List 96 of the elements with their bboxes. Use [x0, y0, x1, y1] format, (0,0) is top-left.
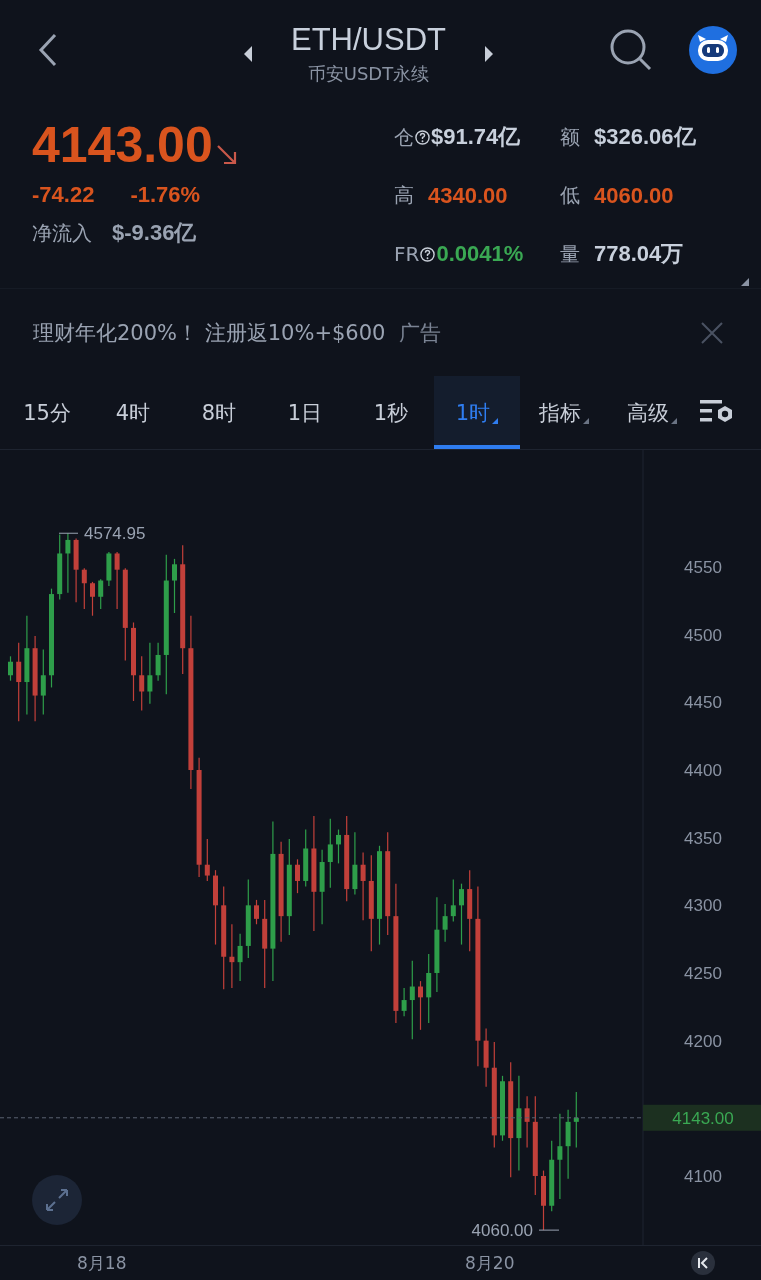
caret-icon	[671, 417, 677, 424]
candle	[459, 883, 464, 946]
candle	[500, 1075, 505, 1142]
back-icon[interactable]	[38, 33, 58, 67]
jump-to-start-icon[interactable]	[691, 1251, 715, 1275]
candle	[450, 879, 456, 923]
stat-label: 仓	[394, 123, 414, 151]
stat-label: 低	[560, 182, 580, 209]
help-icon[interactable]	[415, 129, 430, 145]
candle	[229, 923, 235, 989]
candle	[57, 533, 63, 601]
price-axis-label: 4350	[684, 828, 722, 848]
candle	[442, 903, 448, 943]
net-inflow-value: $-9.36亿	[112, 219, 197, 247]
caret-icon	[492, 417, 499, 424]
price-axis-label: 4450	[684, 693, 722, 713]
high-leader-line	[58, 532, 79, 534]
candle	[352, 831, 358, 896]
price-axis-label: 4400	[684, 761, 722, 780]
candle	[295, 858, 300, 894]
timeframe-tab[interactable]: 1秒	[348, 376, 434, 449]
price-axis-label: 4200	[684, 1031, 722, 1051]
candle	[73, 538, 79, 603]
candle	[90, 581, 95, 617]
candle	[81, 567, 87, 610]
down-arrow-icon	[215, 144, 238, 166]
timeframe-tab[interactable]: 1日	[262, 376, 348, 449]
timeframe-tab[interactable]: 4时	[90, 376, 176, 449]
candle	[98, 578, 104, 610]
candle	[172, 558, 177, 614]
candle	[303, 828, 309, 887]
price-axis-label: 4550	[684, 558, 722, 577]
candle	[147, 642, 153, 705]
price-axis-label: 4500	[684, 625, 722, 645]
caret-icon	[583, 417, 589, 424]
candle	[40, 648, 46, 716]
timeframe-tab[interactable]: 指标	[520, 376, 608, 449]
candle	[65, 532, 71, 594]
candle	[204, 838, 210, 882]
timeframe-tab[interactable]: 15分	[4, 376, 90, 449]
stat-value: 0.0041%	[436, 241, 524, 267]
stat-value: 778.04万	[594, 240, 684, 268]
candle	[573, 1091, 579, 1149]
candle	[114, 551, 120, 610]
price-axis-label: 4250	[684, 964, 722, 983]
candle	[549, 1140, 555, 1212]
candle	[327, 818, 333, 889]
ad-tag: 广告	[399, 318, 442, 347]
date-axis-label: 8月18	[77, 1252, 127, 1275]
robot-avatar-icon[interactable]	[689, 26, 737, 74]
candle	[418, 980, 423, 1031]
search-icon[interactable]	[609, 28, 653, 72]
candle	[426, 953, 432, 1024]
candle	[237, 933, 243, 982]
ad-text[interactable]: 理财年化200%！ 注册返10%+$600	[33, 318, 386, 347]
candle	[139, 655, 145, 712]
stat-value: 4060.00	[594, 182, 674, 209]
market-subtitle: 币安USDT永续	[307, 62, 430, 86]
candle	[483, 1027, 489, 1088]
candle	[106, 551, 112, 587]
stat-value: 4340.00	[428, 182, 508, 209]
high-price-label: 4574.95	[84, 524, 146, 544]
candle	[524, 1095, 530, 1149]
price-axis-label: 4100	[684, 1167, 722, 1186]
corner-triangle-icon[interactable]	[741, 278, 749, 286]
candle	[8, 655, 13, 682]
stat-value: $326.06亿	[594, 123, 696, 151]
next-pair-icon[interactable]	[484, 46, 494, 62]
expand-button[interactable]	[32, 1175, 82, 1225]
price-axis-label: 4300	[684, 896, 722, 916]
net-inflow-label: 净流入	[32, 220, 92, 247]
date-axis-label: 8月20	[465, 1252, 515, 1275]
timeframe-tab[interactable]: 8时	[176, 376, 262, 449]
stat-value: $91.74亿	[431, 123, 521, 151]
stat-label: FR	[394, 242, 420, 266]
help-icon[interactable]	[420, 246, 436, 262]
candle	[541, 1169, 546, 1231]
candle	[401, 987, 407, 1017]
previous-pair-icon[interactable]	[243, 46, 253, 62]
last-price: 4143.00	[32, 116, 213, 174]
candle	[254, 899, 259, 925]
low-price-label: 4060.00	[471, 1221, 533, 1241]
current-price-tag: 4143.00	[643, 1104, 761, 1131]
stat-label: 额	[560, 123, 580, 151]
price-change: -74.22	[32, 182, 95, 208]
low-leader-line	[538, 1229, 560, 1231]
percent-change: -1.76%	[130, 182, 201, 208]
candle	[336, 828, 341, 864]
candle	[360, 851, 366, 921]
timeframe-tab[interactable]: 1时	[434, 376, 520, 449]
candle	[565, 1109, 571, 1180]
timeframe-tab[interactable]: 高级	[608, 376, 696, 449]
pair-title: ETH/USDT	[291, 22, 446, 58]
stat-label: 高	[394, 182, 414, 209]
stat-label: 量	[560, 240, 580, 268]
candle	[155, 642, 161, 682]
